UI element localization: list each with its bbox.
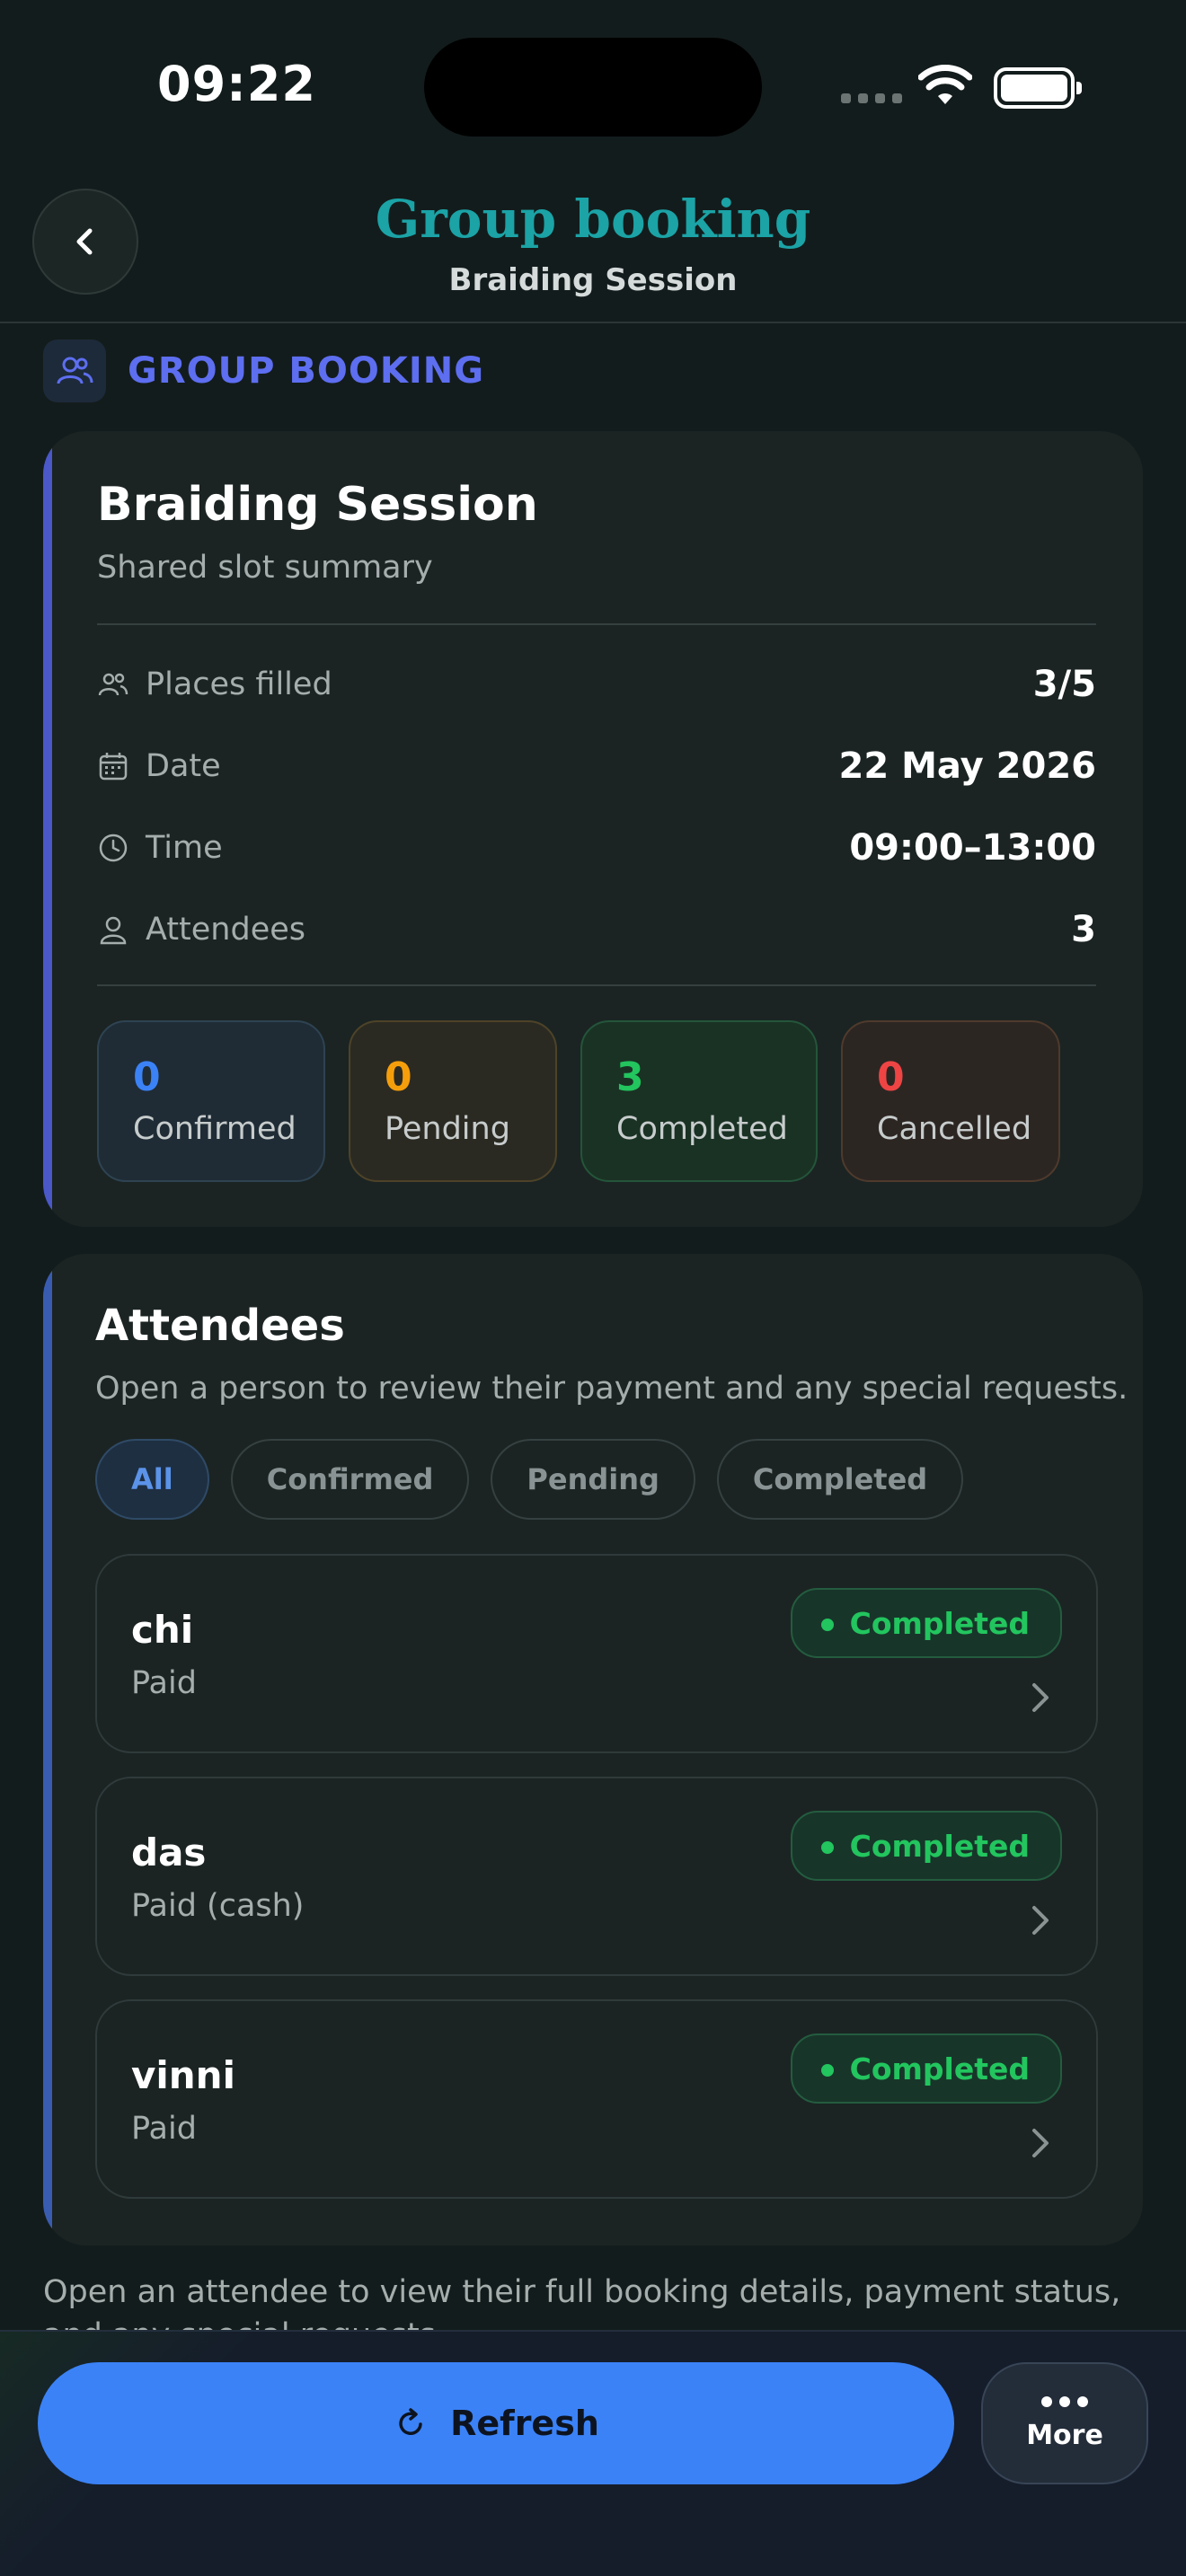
filter-tabs: All Confirmed Pending Completed — [95, 1439, 964, 1520]
stat-label: Confirmed — [133, 1111, 296, 1147]
stat-value: 3 — [616, 1054, 644, 1100]
more-label: More — [1026, 2419, 1103, 2451]
filter-completed[interactable]: Completed — [716, 1439, 964, 1520]
users-icon — [98, 673, 128, 696]
wifi-icon — [917, 65, 973, 111]
info-row-places: Places filled 3/5 — [97, 657, 1096, 711]
info-value: 22 May 2026 — [838, 745, 1096, 787]
more-dots-icon — [1041, 2395, 1088, 2407]
status-badge: Completed — [790, 2033, 1062, 2104]
card-accent-bar — [43, 1254, 52, 2245]
attendee-payment: Paid — [131, 1665, 197, 1701]
stat-confirmed: 0 Confirmed — [97, 1020, 325, 1182]
filter-confirmed[interactable]: Confirmed — [230, 1439, 470, 1520]
info-value: 09:00–13:00 — [849, 827, 1096, 869]
chevron-right-icon — [1032, 2129, 1049, 2157]
cellular-signal-icon — [841, 93, 902, 103]
refresh-label: Refresh — [450, 2404, 599, 2443]
status-badge: Completed — [790, 1811, 1062, 1881]
summary-subtitle: Shared slot summary — [97, 550, 433, 586]
app-header: Group booking Braiding Session — [0, 171, 1186, 323]
attendee-name: vinni — [131, 2053, 235, 2097]
status-badge-label: Completed — [849, 1828, 1030, 1864]
filter-pending[interactable]: Pending — [491, 1439, 695, 1520]
attendee-row[interactable]: chi Paid Completed — [95, 1554, 1098, 1753]
stat-label: Cancelled — [877, 1111, 1032, 1147]
info-label: Date — [146, 748, 221, 784]
info-row-attendees: Attendees 3 — [97, 903, 1096, 957]
group-icon — [43, 340, 106, 402]
more-button[interactable]: More — [981, 2362, 1148, 2484]
stat-pending: 0 Pending — [349, 1020, 557, 1182]
status-badge-label: Completed — [849, 2051, 1030, 2086]
info-label: Attendees — [146, 912, 306, 948]
attendees-title: Attendees — [95, 1301, 345, 1351]
page-subtitle: Braiding Session — [448, 262, 738, 298]
info-row-date: Date 22 May 2026 — [97, 739, 1096, 793]
info-label: Time — [146, 830, 223, 866]
status-dot-icon — [820, 1619, 834, 1631]
stat-value: 0 — [877, 1054, 905, 1100]
attendees-subtitle: Open a person to review their payment an… — [95, 1371, 1128, 1407]
attendee-row[interactable]: vinni Paid Completed — [95, 1999, 1098, 2199]
page-title: Group booking — [375, 189, 811, 250]
user-icon — [100, 916, 127, 945]
info-label: Places filled — [146, 666, 332, 702]
bottom-action-bar: Refresh More — [0, 2330, 1186, 2576]
summary-card: Braiding Session Shared slot summary Pla… — [43, 431, 1143, 1227]
stat-cancelled: 0 Cancelled — [841, 1020, 1060, 1182]
chevron-right-icon — [1032, 1906, 1049, 1935]
section-label: GROUP BOOKING — [43, 340, 484, 402]
stat-label: Pending — [385, 1111, 510, 1147]
status-stats: 0 Confirmed 0 Pending 3 Completed 0 Canc… — [97, 1020, 1060, 1182]
info-value: 3 — [1071, 909, 1096, 950]
card-accent-bar — [43, 431, 52, 1227]
divider — [97, 984, 1096, 986]
calendar-icon — [99, 753, 128, 781]
chevron-right-icon — [1032, 1683, 1049, 1712]
clock-icon — [99, 834, 128, 862]
attendees-card: Attendees Open a person to review their … — [43, 1254, 1143, 2245]
attendee-name: das — [131, 1831, 207, 1875]
status-badge: Completed — [790, 1588, 1062, 1658]
stat-value: 0 — [385, 1054, 412, 1100]
dynamic-island — [424, 38, 762, 137]
attendee-name: chi — [131, 1608, 194, 1652]
attendee-row[interactable]: das Paid (cash) Completed — [95, 1777, 1098, 1976]
status-time: 09:22 — [157, 56, 316, 112]
info-value: 3/5 — [1032, 664, 1096, 705]
status-dot-icon — [820, 2064, 834, 2077]
section-label-text: GROUP BOOKING — [128, 350, 485, 392]
stat-label: Completed — [616, 1111, 788, 1147]
summary-title: Braiding Session — [97, 478, 538, 532]
filter-all[interactable]: All — [95, 1439, 209, 1520]
attendee-payment: Paid (cash) — [131, 1888, 305, 1924]
attendee-payment: Paid — [131, 2111, 197, 2147]
page: 09:22 Group booking Braiding Session GRO… — [0, 0, 1186, 2576]
refresh-button[interactable]: Refresh — [38, 2362, 954, 2484]
status-dot-icon — [820, 1841, 834, 1854]
status-badge-label: Completed — [849, 1605, 1030, 1641]
info-row-time: Time 09:00–13:00 — [97, 821, 1096, 875]
battery-icon — [994, 67, 1082, 109]
refresh-icon — [399, 2408, 422, 2435]
stat-completed: 3 Completed — [580, 1020, 818, 1182]
divider — [97, 623, 1096, 625]
status-bar: 09:22 — [0, 0, 1186, 171]
stat-value: 0 — [133, 1054, 161, 1100]
